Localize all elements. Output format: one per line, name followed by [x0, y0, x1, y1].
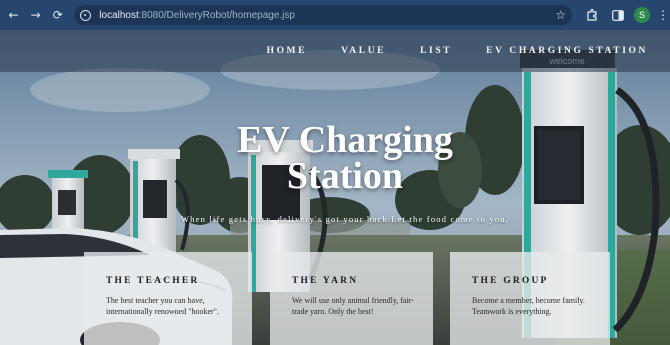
nav-link-home[interactable]: HOME: [267, 46, 307, 56]
nav-link-value[interactable]: VALUE: [341, 46, 386, 56]
profile-avatar[interactable]: S: [634, 7, 651, 23]
card-text: Become a member, become family. Teamwork…: [472, 296, 585, 316]
card-the-group: THE GROUP Become a member, become family…: [450, 252, 610, 345]
url-text[interactable]: localhost:8080/DeliveryRobot/homepage.js…: [99, 10, 295, 21]
card-text: The best teacher you can have, internati…: [106, 296, 219, 316]
forward-icon[interactable]: →: [27, 6, 44, 24]
back-icon[interactable]: ←: [5, 6, 22, 24]
main-navigation: HOME VALUE LIST EV CHARGING STATION: [233, 46, 648, 56]
url-host: localhost: [99, 9, 139, 21]
star-icon[interactable]: ☆: [555, 8, 566, 22]
card-text: We will use only animal friendly, fair-t…: [292, 296, 414, 316]
card-the-yarn: THE YARN We will use only animal friendl…: [270, 252, 433, 345]
reload-icon[interactable]: ⟳: [49, 6, 66, 24]
card-title: THE YARN: [292, 276, 359, 286]
card-the-teacher: THE TEACHER The best teacher you can hav…: [84, 252, 252, 345]
nav-link-ev-charging-station[interactable]: EV CHARGING STATION: [486, 46, 648, 56]
url-path: :8080/DeliveryRobot/homepage.jsp: [138, 9, 295, 21]
hero-title-line-2: Station: [286, 155, 404, 197]
nav-link-list[interactable]: LIST: [420, 46, 452, 56]
site-info-icon[interactable]: [80, 9, 92, 21]
card-title: THE GROUP: [472, 276, 549, 286]
menu-icon[interactable]: ⋮: [656, 6, 670, 24]
hero-section: welcome HOME VALUE LIST EV CHARGING STAT…: [0, 30, 670, 345]
browser-toolbar: ← → ⟳ localhost:8080/DeliveryRobot/homep…: [0, 0, 670, 30]
address-bar[interactable]: localhost:8080/DeliveryRobot/homepage.js…: [74, 5, 573, 25]
sidebar-icon[interactable]: [608, 6, 628, 24]
hero-tagline: When life gets busy, delivery's got your…: [180, 214, 510, 224]
card-title: THE TEACHER: [106, 276, 200, 286]
hero-title: EV Charging Station: [200, 121, 490, 197]
extensions-icon[interactable]: [582, 6, 602, 24]
